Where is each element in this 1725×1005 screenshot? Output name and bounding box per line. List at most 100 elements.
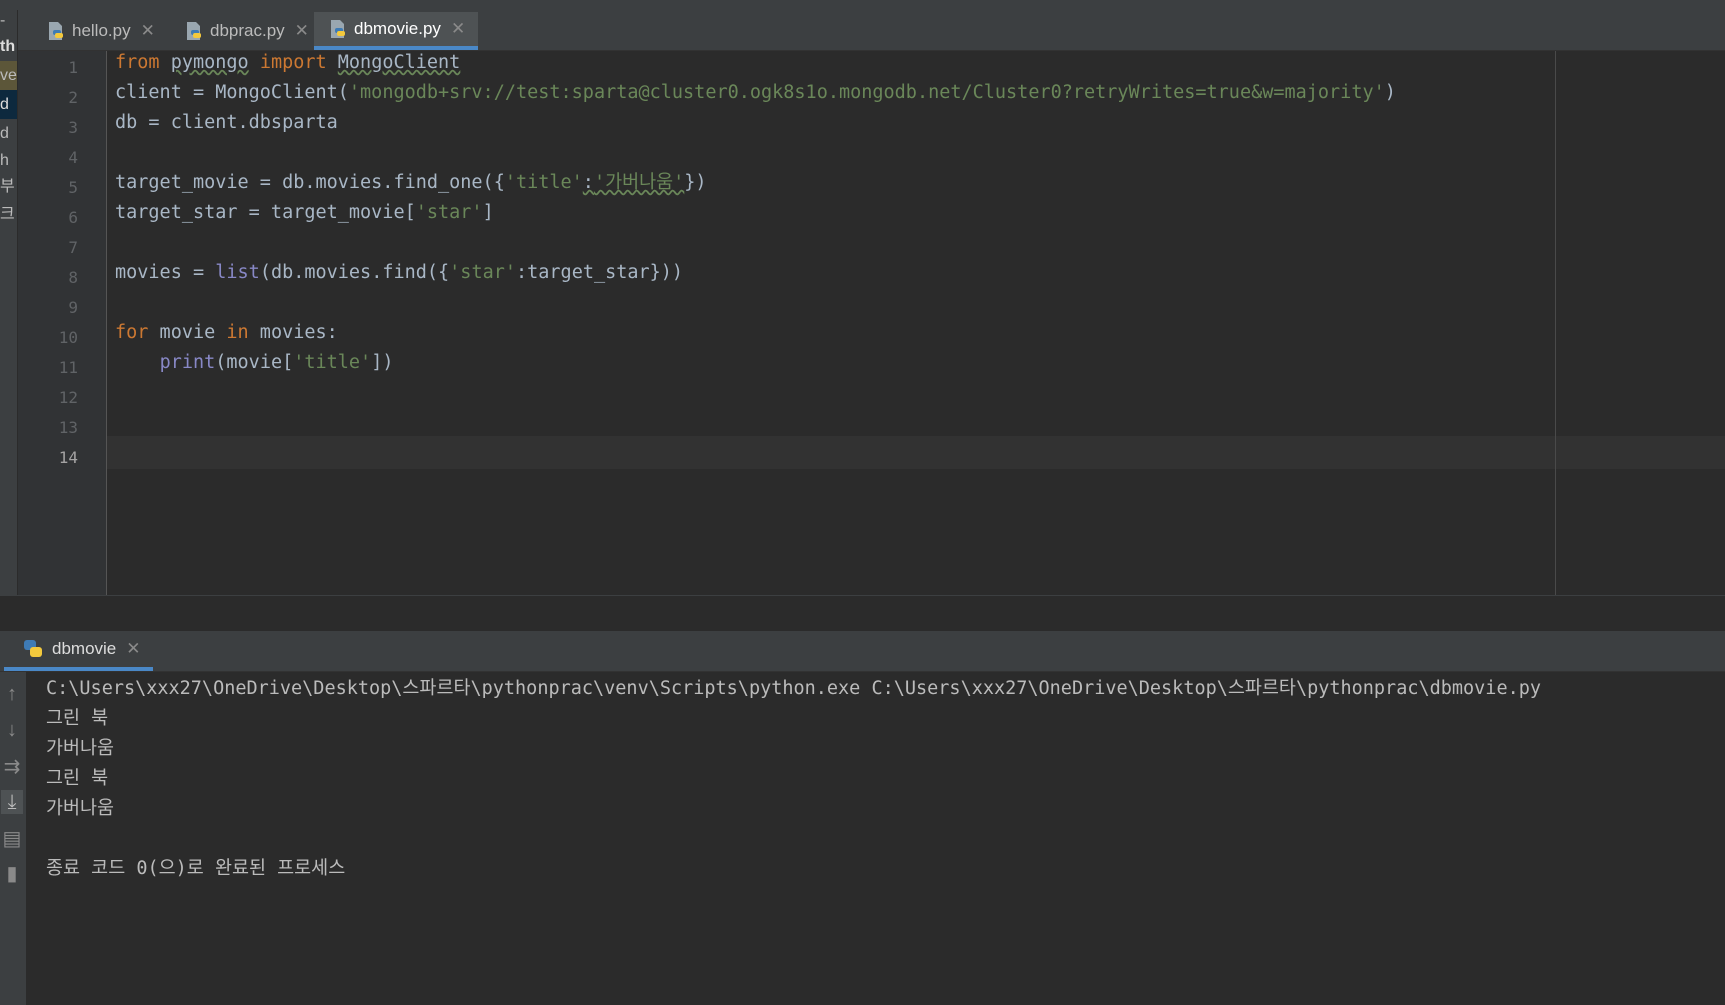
line-number: 2 [68, 88, 78, 107]
python-file-icon [328, 19, 348, 39]
code-token: in [226, 322, 249, 343]
project-strip-item[interactable]: h [0, 148, 17, 173]
print-icon[interactable]: ▤ [1, 827, 23, 851]
tab-dbprac-py[interactable]: dbprac.py ✕ [170, 12, 318, 50]
line-number-gutter: 1 2 3 4 5 6 7 8 9 10 11 12 13 14 [18, 51, 106, 595]
code-token: db = client.dbsparta [115, 112, 338, 133]
code-line: from pymongo import MongoClient [115, 46, 460, 79]
close-icon[interactable]: ✕ [141, 21, 155, 41]
tab-label: dbmovie.py [354, 19, 441, 38]
run-tab-dbmovie[interactable]: dbmovie ✕ [4, 631, 153, 671]
code-line: movies = list(db.movies.find({'star':tar… [115, 256, 683, 289]
code-token: (db.movies.find({ [259, 262, 450, 283]
scroll-to-end-icon[interactable]: ⤓ [1, 790, 23, 814]
code-line: target_movie = db.movies.find_one({'titl… [115, 166, 707, 199]
code-token: import [259, 52, 327, 73]
code-token: '가버나움' [593, 172, 685, 193]
line-number: 7 [68, 238, 78, 257]
code-editor[interactable]: 1 2 3 4 5 6 7 8 9 10 11 12 13 14 from py… [18, 51, 1725, 595]
project-strip-item[interactable]: 부 [0, 173, 17, 200]
code-token: list [215, 262, 260, 283]
code-token: ) [1384, 82, 1396, 103]
line-number: 14 [58, 448, 78, 467]
code-token: 'star' [415, 202, 483, 223]
code-token: 'star' [449, 262, 516, 283]
run-console-output[interactable]: C:\Users\xxx27\OneDrive\Desktop\스파르타\pyt… [27, 672, 1725, 1005]
code-token: 'title' [504, 172, 583, 193]
project-strip-item[interactable]: ve [0, 61, 17, 90]
console-line: 그린 북 [46, 768, 109, 789]
code-token: for [115, 322, 149, 343]
project-strip-item: - [0, 12, 6, 29]
code-token: }) [684, 172, 707, 193]
code-token: print [159, 352, 216, 373]
code-token: movies: [248, 322, 338, 343]
code-token: target_movie = db.movies.find_one({ [115, 172, 505, 193]
console-line: 가버나움 [46, 738, 115, 759]
right-margin-guide [1555, 51, 1556, 595]
up-arrow-icon[interactable]: ↑ [1, 682, 23, 706]
tab-dbmovie-py[interactable]: dbmovie.py ✕ [314, 12, 478, 50]
code-token: MongoClient [337, 52, 461, 73]
project-strip-item[interactable]: d [0, 119, 17, 148]
close-icon[interactable]: ✕ [126, 639, 140, 659]
code-token: 'title' [293, 352, 372, 373]
run-tool-window-header: dbmovie ✕ [0, 631, 1725, 672]
line-number: 8 [68, 268, 78, 287]
console-line: 가버나움 [46, 798, 115, 819]
project-strip-item[interactable]: th [0, 32, 17, 61]
down-arrow-icon[interactable]: ↓ [1, 718, 23, 742]
code-token: 'mongodb+srv://test:sparta@cluster0.ogk8… [348, 82, 1385, 103]
run-toolbar: ↑ ↓ ⇉ ⤓ ▤ ▮ [0, 672, 27, 1005]
project-strip-item[interactable]: d [0, 90, 17, 119]
tab-hello-py[interactable]: hello.py ✕ [32, 12, 158, 50]
line-number: 9 [68, 298, 78, 317]
line-number: 4 [68, 148, 78, 167]
trash-icon[interactable]: ▮ [1, 862, 23, 886]
code-token: ]) [371, 352, 394, 373]
gutter-separator [106, 51, 107, 595]
code-token: client = MongoClient( [115, 82, 349, 103]
editor-tab-bar: hello.py ✕ dbprac.py ✕ dbmovie.py ✕ [18, 10, 1725, 51]
console-line: C:\Users\xxx27\OneDrive\Desktop\스파르타\pyt… [46, 678, 1541, 699]
line-number: 1 [68, 58, 78, 77]
code-token: ] [482, 202, 494, 223]
code-token: movies = [115, 262, 216, 283]
code-token: movie [148, 322, 227, 343]
console-line: 종료 코드 0(으)로 완료된 프로세스 [46, 858, 346, 879]
run-tab-label: dbmovie [52, 639, 117, 658]
code-line: for movie in movies: [115, 316, 338, 349]
soft-wrap-icon[interactable]: ⇉ [1, 755, 23, 779]
code-line: print(movie['title']) [115, 346, 394, 379]
project-strip-item[interactable]: 크 [0, 200, 17, 229]
code-token: from [115, 52, 160, 73]
tab-label: hello.py [72, 21, 131, 40]
console-line: 그린 북 [46, 708, 109, 729]
code-token: :target_star})) [516, 262, 684, 283]
line-number: 3 [68, 118, 78, 137]
close-icon[interactable]: ✕ [295, 21, 309, 41]
line-number: 12 [58, 388, 78, 407]
editor-bottom-area [0, 595, 1725, 632]
current-line-highlight [107, 436, 1725, 469]
python-file-icon [184, 21, 204, 41]
code-token: target_star = target_movie[ [115, 202, 416, 223]
line-number: 11 [58, 358, 78, 377]
line-number: 13 [58, 418, 78, 437]
close-icon[interactable]: ✕ [451, 19, 465, 39]
line-number: 10 [58, 328, 78, 347]
line-number: 6 [68, 208, 78, 227]
tab-label: dbprac.py [210, 21, 285, 40]
code-line: target_star = target_movie['star'] [115, 196, 494, 229]
line-number: 5 [68, 178, 78, 197]
project-panel-strip[interactable]: - th ve d d h 부 크 [0, 10, 18, 595]
code-token: : [582, 172, 594, 193]
code-token: (movie[ [215, 352, 294, 373]
code-line: db = client.dbsparta [115, 106, 338, 139]
python-file-icon [46, 21, 66, 41]
code-line: client = MongoClient('mongodb+srv://test… [115, 76, 1396, 109]
